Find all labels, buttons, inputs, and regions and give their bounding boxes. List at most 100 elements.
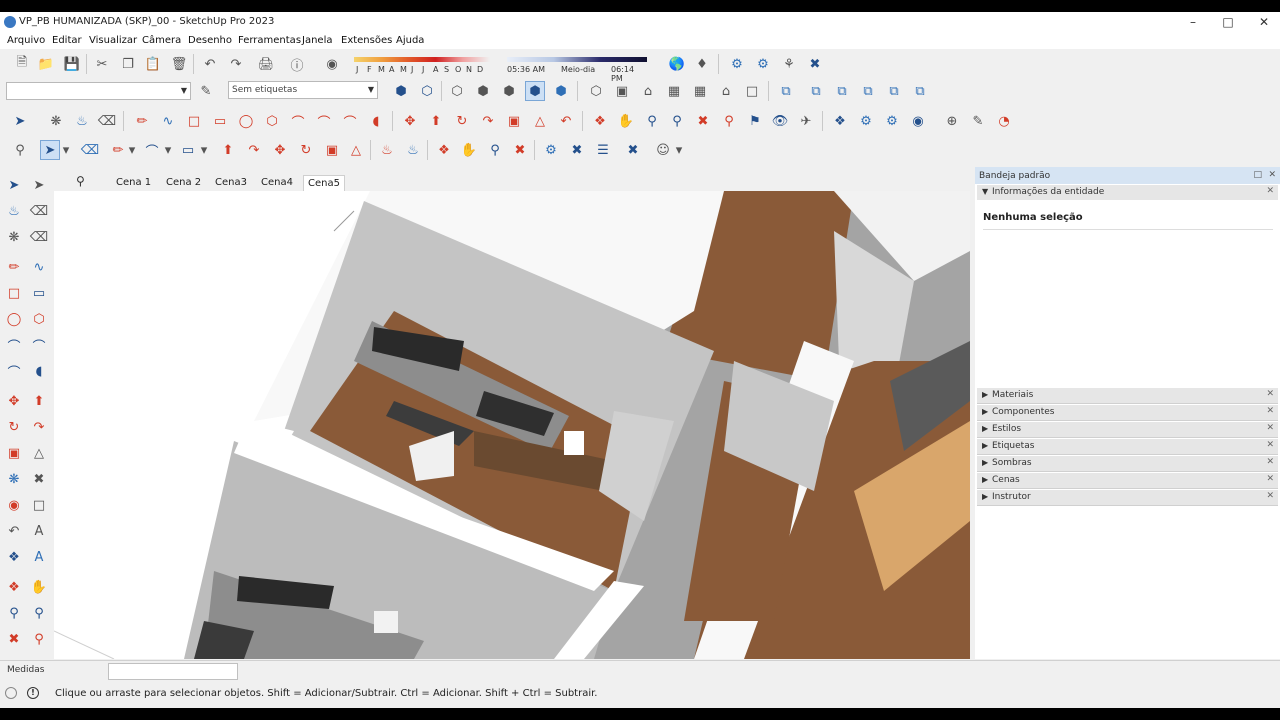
menu-extensoes[interactable]: Extensões <box>341 35 392 46</box>
three-point-arc-icon[interactable]: ⌒ <box>3 360 25 382</box>
push-pull-icon[interactable]: ⬆ <box>426 111 446 131</box>
look-around-icon[interactable]: 👁 <box>770 111 790 131</box>
union-icon[interactable]: ⧉ <box>832 81 852 101</box>
dimension-icon[interactable]: ✖ <box>28 468 50 490</box>
tab-cena-1[interactable]: Cena 1 <box>112 175 155 190</box>
zoom-extents-icon[interactable]: ✖ <box>510 140 530 160</box>
close-icon[interactable]: ✕ <box>1266 423 1274 433</box>
shaded-icon[interactable]: ⬢ <box>499 81 519 101</box>
model-info-icon[interactable]: ⓘ <box>287 54 307 74</box>
circle-icon[interactable]: ◯ <box>236 111 256 131</box>
shadows-toggle-icon[interactable]: ◉ <box>322 54 342 74</box>
lasso-select-icon[interactable]: ➤ <box>28 174 50 196</box>
menu-arquivo[interactable]: Arquivo <box>7 35 45 46</box>
text-tool-icon[interactable]: □ <box>28 494 50 516</box>
tab-cena5[interactable]: Cena5 <box>303 175 345 191</box>
menu-visualizar[interactable]: Visualizar <box>89 35 137 46</box>
menu-ferramentas[interactable]: Ferramentas <box>238 35 301 46</box>
layer-dropdown[interactable]: ▼ <box>6 82 191 100</box>
tape-measure-icon[interactable]: ✎ <box>968 111 988 131</box>
shadow-time-slider[interactable]: 05:36 AM Meio-dia 06:14 PM <box>507 57 647 83</box>
delete-icon[interactable]: 🗑 <box>169 54 189 74</box>
eraser-icon[interactable]: ⌫ <box>28 200 50 222</box>
panel-cenas[interactable]: ▶ Cenas ✕ <box>977 473 1278 489</box>
make-component-icon[interactable]: ❋ <box>46 111 66 131</box>
account-icon[interactable]: ☺ <box>653 140 673 160</box>
hidden-line-icon[interactable]: ⬢ <box>473 81 493 101</box>
offset-icon[interactable]: △ <box>530 111 550 131</box>
new-file-icon[interactable]: 🗎 <box>12 54 32 74</box>
pie-icon[interactable]: ◖ <box>366 111 386 131</box>
tab-cena3[interactable]: Cena3 <box>211 175 251 190</box>
close-icon[interactable]: ✕ <box>1266 389 1274 399</box>
section-fill-icon[interactable]: ◉ <box>908 111 928 131</box>
make-component-icon[interactable]: ❋ <box>3 226 25 248</box>
cut-icon[interactable]: ✂ <box>92 54 112 74</box>
outer-shell-icon[interactable]: ⧉ <box>776 81 796 101</box>
line-tool-icon[interactable]: ✏ <box>132 111 152 131</box>
arc-icon[interactable]: ⌒ <box>288 111 308 131</box>
menu-camera[interactable]: Câmera <box>142 35 181 46</box>
measurements-input[interactable] <box>108 663 238 680</box>
redo-icon[interactable]: ↷ <box>226 54 246 74</box>
scale-icon[interactable]: ▣ <box>322 140 342 160</box>
walk-icon[interactable]: ✈ <box>796 111 816 131</box>
minimize-icon[interactable]: – <box>1178 14 1208 30</box>
iso-view-icon[interactable]: ⬡ <box>586 81 606 101</box>
split-icon[interactable]: ⧉ <box>910 81 930 101</box>
rotate-icon[interactable]: ↻ <box>3 416 25 438</box>
pan-icon[interactable]: ✋ <box>28 576 50 598</box>
trim-icon[interactable]: ⧉ <box>884 81 904 101</box>
zoom-window-icon[interactable]: ⚲ <box>667 111 687 131</box>
offset-icon[interactable]: △ <box>346 140 366 160</box>
panel-materiais[interactable]: ▶ Materiais ✕ <box>977 388 1278 404</box>
print-icon[interactable]: 🖨 <box>256 54 276 74</box>
rectangle-icon[interactable]: □ <box>184 111 204 131</box>
move-icon[interactable]: ✥ <box>3 390 25 412</box>
panel-etiquetas[interactable]: ▶ Etiquetas ✕ <box>977 439 1278 455</box>
close-icon[interactable]: ✕ <box>1266 406 1274 416</box>
polygon-icon[interactable]: ⬡ <box>28 308 50 330</box>
orbit-icon[interactable]: ❖ <box>3 576 25 598</box>
tag-icon[interactable]: ♦ <box>692 54 712 74</box>
extension-manager-icon[interactable]: ⚘ <box>779 54 799 74</box>
section-plane-icon[interactable]: ❖ <box>830 111 850 131</box>
chevron-down-icon[interactable]: ▾ <box>673 140 685 160</box>
bottom-view-icon[interactable]: □ <box>742 81 762 101</box>
circle-icon[interactable]: ◯ <box>3 308 25 330</box>
orbit-icon[interactable]: ❖ <box>590 111 610 131</box>
close-icon[interactable]: ✕ <box>1266 186 1274 196</box>
select-arrow-icon[interactable]: ➤ <box>3 174 25 196</box>
section-plane-icon[interactable]: ❖ <box>3 546 25 568</box>
tag-color-icon[interactable]: ✎ <box>196 81 216 101</box>
chevron-down-icon[interactable]: ▾ <box>162 140 174 160</box>
display-section-cuts-icon[interactable]: ⚙ <box>882 111 902 131</box>
pan-icon[interactable]: ✋ <box>459 140 479 160</box>
flip-icon[interactable]: ↶ <box>556 111 576 131</box>
push-pull-icon[interactable]: ⬆ <box>218 140 238 160</box>
zoom-extents-icon[interactable]: ✖ <box>693 111 713 131</box>
move-icon[interactable]: ✥ <box>400 111 420 131</box>
pan-icon[interactable]: ✋ <box>616 111 636 131</box>
rotated-rectangle-icon[interactable]: ▭ <box>210 111 230 131</box>
freehand-icon[interactable]: ∿ <box>158 111 178 131</box>
save-icon[interactable]: 💾 <box>62 54 82 74</box>
copy-icon[interactable]: ❐ <box>118 54 138 74</box>
menu-ajuda[interactable]: Ajuda <box>396 35 424 46</box>
orbit-icon[interactable]: ❖ <box>434 140 454 160</box>
panel-estilos[interactable]: ▶ Estilos ✕ <box>977 422 1278 438</box>
paint-bucket-icon[interactable]: ♨ <box>377 140 397 160</box>
push-pull-icon[interactable]: ⬆ <box>28 390 50 412</box>
maximize-icon[interactable]: □ <box>1213 14 1243 30</box>
3d-warehouse-icon[interactable]: ⚙ <box>541 140 561 160</box>
close-icon[interactable]: ✕ <box>1249 14 1279 30</box>
zoom-window-icon[interactable]: ⚲ <box>28 602 50 624</box>
wireframe-icon[interactable]: ⬡ <box>447 81 467 101</box>
rotate-icon[interactable]: ↻ <box>452 111 472 131</box>
left-view-icon[interactable]: ⌂ <box>716 81 736 101</box>
right-view-icon[interactable]: ▦ <box>664 81 684 101</box>
polygon-icon[interactable]: ⬡ <box>262 111 282 131</box>
panel-sombras[interactable]: ▶ Sombras ✕ <box>977 456 1278 472</box>
shadow-month-slider[interactable]: J F M A M J J A S O N D <box>354 57 490 79</box>
tag-dropdown[interactable]: Sem etiquetas ▼ <box>228 81 378 99</box>
